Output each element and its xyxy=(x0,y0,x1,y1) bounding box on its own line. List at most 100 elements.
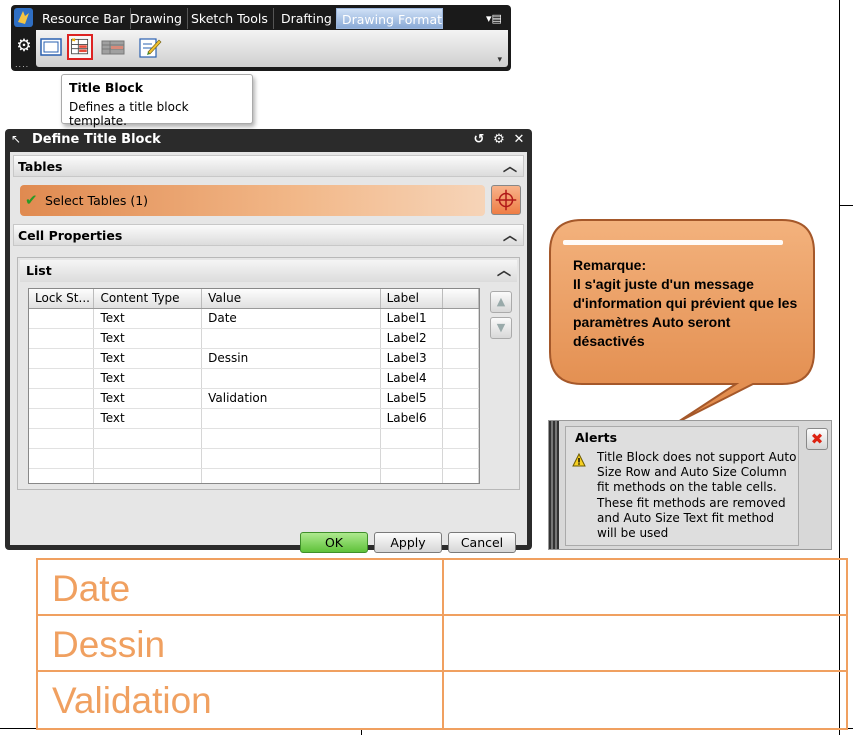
table-row[interactable]: Text Validation Label5 xyxy=(29,388,479,409)
table-icon[interactable] xyxy=(100,34,126,60)
table-row[interactable]: Text Date Label1 xyxy=(29,308,479,329)
tab-drawing-format[interactable]: Drawing Format xyxy=(336,8,443,29)
move-down-button[interactable]: ▼ xyxy=(490,317,512,339)
tooltip-text: Defines a title block template. xyxy=(69,100,189,128)
column-header-content-type[interactable]: Content Type xyxy=(93,289,203,309)
cell-content-type[interactable]: Text xyxy=(93,348,203,369)
title-block-label: Dessin xyxy=(52,624,166,665)
cell-properties-section-header[interactable]: Cell Properties ︿ xyxy=(13,224,524,246)
move-up-button[interactable]: ▲ xyxy=(490,291,512,313)
tab-drafting[interactable]: Drafting xyxy=(276,8,338,29)
cell-extra xyxy=(442,388,479,409)
column-header-lock-status[interactable]: Lock St... xyxy=(29,289,95,309)
gear-icon[interactable]: ⚙ xyxy=(491,131,507,148)
dialog-title: Define Title Block xyxy=(32,132,161,147)
title-block-table: Date Dessin Validation xyxy=(36,558,848,730)
callout-body: Il s'agit juste d'un message d'informati… xyxy=(573,276,798,349)
ok-button[interactable]: OK xyxy=(300,532,368,553)
select-tables-row[interactable]: ✔ Select Tables (1) xyxy=(20,185,485,216)
warning-icon xyxy=(572,453,586,467)
list-header[interactable]: List ︿ xyxy=(20,260,517,282)
table-row[interactable]: Text Label4 xyxy=(29,368,479,389)
cell-lock[interactable] xyxy=(29,308,95,329)
check-icon: ✔ xyxy=(25,191,38,209)
column-header-extra xyxy=(442,289,479,309)
dialog-cursor-icon: ↖ xyxy=(11,132,22,146)
cell-label[interactable]: Label3 xyxy=(380,348,444,369)
cell-content-type[interactable]: Text xyxy=(93,328,203,349)
close-icon[interactable]: ✖ xyxy=(806,428,828,450)
cell-lock[interactable] xyxy=(29,408,95,429)
table-row[interactable]: Text Label6 xyxy=(29,408,479,429)
sheet-border-tick xyxy=(839,205,853,206)
cell-value[interactable]: Dessin xyxy=(201,348,381,369)
cell-label[interactable]: Label1 xyxy=(380,308,444,329)
cell-value[interactable] xyxy=(201,328,381,349)
tab-resource-bar[interactable]: Resource Bar xyxy=(37,8,131,29)
tooltip: Title Block Defines a title block templa… xyxy=(61,74,253,128)
cell-label[interactable]: Label4 xyxy=(380,368,444,389)
grip-dots-icon: .... xyxy=(15,60,30,69)
table-row-empty xyxy=(29,468,479,483)
select-tables-label: Select Tables (1) xyxy=(45,193,149,208)
cell-extra xyxy=(442,348,479,369)
define-title-block-dialog: ↖ Define Title Block ↺ ⚙ ✕ Tables ︿ ✔ Se… xyxy=(5,129,532,553)
table-row-empty xyxy=(29,428,479,449)
callout-text: Remarque: Il s'agit juste d'un message d… xyxy=(573,256,798,351)
tab-drawing[interactable]: Drawing xyxy=(125,8,188,29)
title-block-label: Validation xyxy=(52,680,212,721)
edit-template-icon[interactable] xyxy=(137,34,163,60)
cell-lock[interactable] xyxy=(29,368,95,389)
tooltip-title: Title Block xyxy=(69,80,144,95)
alerts-message: Title Block does not support Auto Size R… xyxy=(597,450,797,541)
drawing-sheet-icon[interactable] xyxy=(38,34,64,60)
title-block-divider xyxy=(442,560,444,728)
tables-section-header[interactable]: Tables ︿ xyxy=(13,155,524,177)
close-icon[interactable]: ✕ xyxy=(511,131,527,148)
list-group: List ︿ Lock St... Content Type Value Lab… xyxy=(17,257,520,490)
cell-label[interactable]: Label6 xyxy=(380,408,444,429)
cancel-button[interactable]: Cancel xyxy=(448,532,516,553)
table-header-row: Lock St... Content Type Value Label xyxy=(29,289,479,309)
chevron-up-icon[interactable]: ︿ xyxy=(503,225,517,245)
cell-label[interactable]: Label5 xyxy=(380,388,444,409)
callout-heading: Remarque: xyxy=(573,257,647,273)
cell-extra xyxy=(442,328,479,349)
cell-value[interactable]: Validation xyxy=(201,388,381,409)
cell-lock[interactable] xyxy=(29,348,95,369)
reset-icon[interactable]: ↺ xyxy=(471,131,487,148)
cell-content-type[interactable]: Text xyxy=(93,308,203,329)
column-header-value[interactable]: Value xyxy=(201,289,381,309)
cell-value[interactable] xyxy=(201,408,381,429)
ribbon-menu-button[interactable]: ▾▤ xyxy=(481,9,507,29)
cell-extra xyxy=(442,308,479,329)
cell-extra xyxy=(442,368,479,389)
grip-handle[interactable] xyxy=(549,421,559,549)
ribbon-overflow-button[interactable]: ▾ xyxy=(497,55,502,65)
table-row[interactable]: Text Dessin Label3 xyxy=(29,348,479,369)
gear-icon[interactable]: ⚙ xyxy=(14,36,34,56)
title-block-label: Date xyxy=(52,568,131,609)
cell-properties-section-label: Cell Properties xyxy=(18,228,123,243)
cell-label[interactable]: Label2 xyxy=(380,328,444,349)
table-row[interactable]: Text Label2 xyxy=(29,328,479,349)
ribbon-toolbar: Resource Bar Drawing Sketch Tools Drafti… xyxy=(11,5,511,71)
title-block-icon[interactable] xyxy=(67,34,93,60)
cell-value[interactable] xyxy=(201,368,381,389)
crosshair-icon[interactable] xyxy=(491,185,521,215)
tab-sketch-tools[interactable]: Sketch Tools xyxy=(186,8,274,29)
chevron-up-icon[interactable]: ︿ xyxy=(497,260,511,280)
alerts-content: Alerts Title Block does not support Auto… xyxy=(565,426,799,546)
apply-button[interactable]: Apply xyxy=(374,532,442,553)
cell-content-type[interactable]: Text xyxy=(93,408,203,429)
cell-lock[interactable] xyxy=(29,328,95,349)
column-header-label[interactable]: Label xyxy=(380,289,444,309)
cell-lock[interactable] xyxy=(29,388,95,409)
list-header-label: List xyxy=(26,263,52,278)
cell-value[interactable]: Date xyxy=(201,308,381,329)
table-row-empty xyxy=(29,448,479,469)
chevron-up-icon[interactable]: ︿ xyxy=(503,156,517,176)
cell-content-type[interactable]: Text xyxy=(93,368,203,389)
cell-content-type[interactable]: Text xyxy=(93,388,203,409)
dialog-body: Tables ︿ ✔ Select Tables (1) Cell Proper… xyxy=(10,152,527,553)
